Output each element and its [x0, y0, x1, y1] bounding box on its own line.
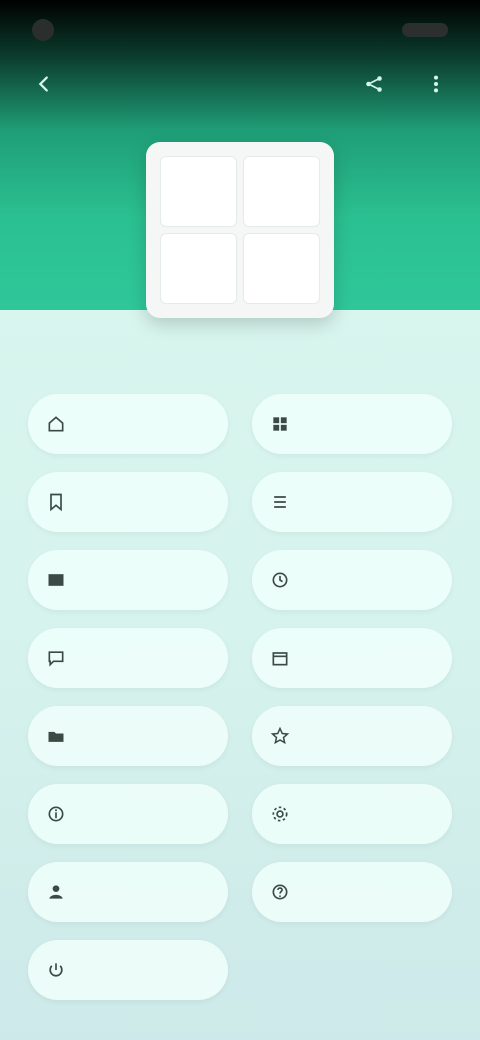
menu-item[interactable] [252, 862, 452, 922]
calendar-icon [268, 646, 292, 670]
help-icon [268, 880, 292, 904]
logo-tile [243, 233, 320, 304]
user-icon [44, 880, 68, 904]
menu-item[interactable] [28, 784, 228, 844]
menu-item[interactable] [252, 394, 452, 454]
logo-tile [160, 156, 237, 227]
chat-icon [44, 646, 68, 670]
bookmark-icon [44, 490, 68, 514]
notification-icon [32, 19, 54, 41]
image-icon [44, 568, 68, 592]
menu-item[interactable] [28, 628, 228, 688]
menu-item[interactable] [28, 862, 228, 922]
menu-item[interactable] [252, 628, 452, 688]
logo-tile [243, 156, 320, 227]
menu-item[interactable] [28, 394, 228, 454]
status-left [32, 19, 62, 41]
share-icon[interactable] [360, 70, 388, 98]
app-logo [146, 142, 334, 318]
menu-item[interactable] [28, 472, 228, 532]
clock-icon [268, 568, 292, 592]
more-icon[interactable] [422, 70, 450, 98]
status-bar [0, 0, 480, 60]
back-icon[interactable] [30, 70, 58, 98]
list-icon [268, 490, 292, 514]
battery-icon [402, 23, 448, 37]
menu-item[interactable] [28, 706, 228, 766]
home-icon [44, 412, 68, 436]
top-actions [360, 70, 450, 98]
menu-item[interactable] [252, 706, 452, 766]
logo-tile [160, 233, 237, 304]
menu-item[interactable] [28, 550, 228, 610]
grid-icon [268, 412, 292, 436]
folder-icon [44, 724, 68, 748]
star-icon [268, 724, 292, 748]
status-right [394, 23, 448, 37]
menu-item[interactable] [28, 940, 228, 1000]
info-icon [44, 802, 68, 826]
settings-icon [268, 802, 292, 826]
menu-item[interactable] [252, 550, 452, 610]
power-icon [44, 958, 68, 982]
menu-grid [28, 394, 452, 1000]
menu-item[interactable] [252, 472, 452, 532]
top-app-bar [0, 62, 480, 106]
menu-item[interactable] [252, 784, 452, 844]
